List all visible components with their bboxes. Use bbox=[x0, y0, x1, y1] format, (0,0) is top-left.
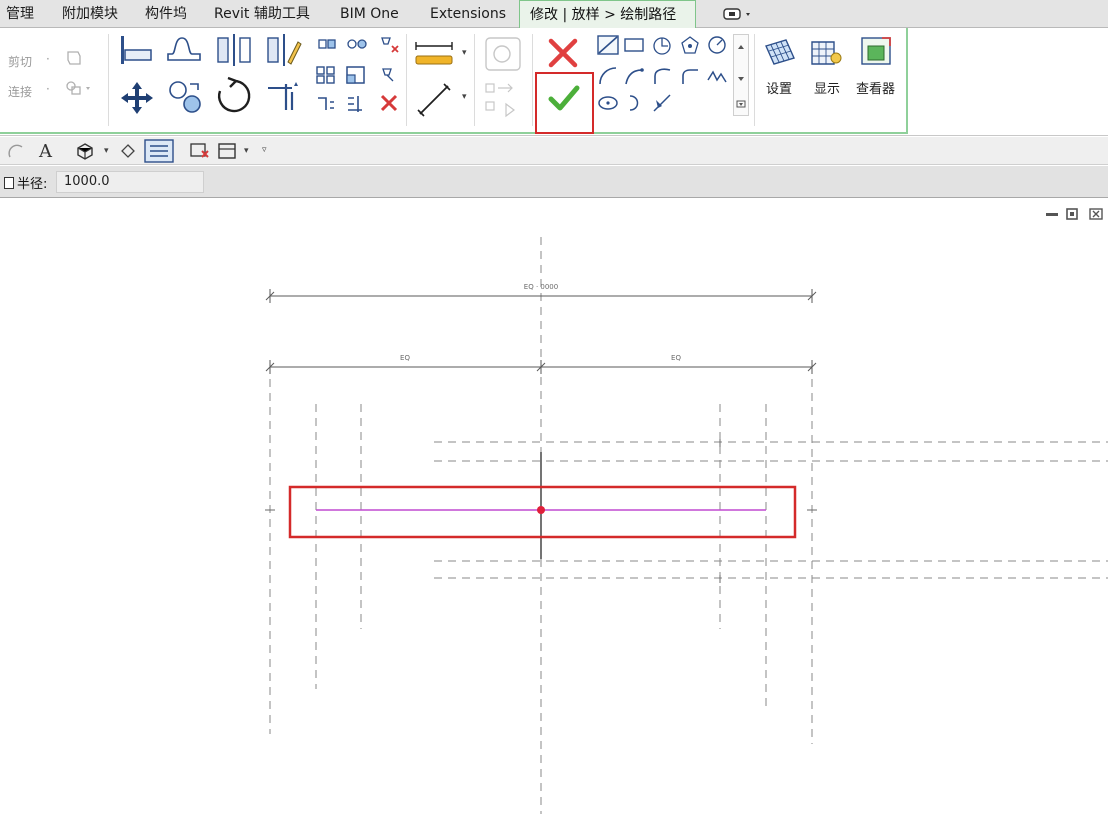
panel-separator bbox=[406, 34, 407, 126]
panel-toggle-button[interactable] bbox=[720, 4, 756, 24]
tab-bim-one[interactable]: BIM One bbox=[340, 0, 399, 28]
tab-revit-tools[interactable]: Revit 辅助工具 bbox=[214, 0, 310, 28]
draw-inscribed-polygon-icon[interactable] bbox=[650, 34, 674, 56]
split-with-gap-icon[interactable] bbox=[346, 34, 368, 54]
mirror-draw-axis-icon[interactable] bbox=[264, 32, 304, 68]
tab-extensions[interactable]: Extensions bbox=[430, 0, 506, 28]
pin-icon[interactable] bbox=[378, 64, 400, 86]
switch-windows-dropdown-arrow[interactable]: ▾ bbox=[244, 146, 249, 156]
draw-circle-icon[interactable] bbox=[705, 34, 729, 56]
secondary-toolbar: A ▾ ▾ ▿ bbox=[0, 137, 1108, 165]
aligned-dimension-icon[interactable] bbox=[412, 38, 456, 72]
tab-modify-sweep-path[interactable]: 修改 | 放样 > 绘制路径 bbox=[519, 0, 696, 29]
draw-center-ends-arc-icon[interactable] bbox=[622, 64, 646, 88]
section-icon[interactable] bbox=[118, 141, 138, 161]
rotate-icon[interactable] bbox=[214, 76, 254, 116]
cancel-edit-mode-icon[interactable] bbox=[546, 36, 580, 70]
svg-text:A: A bbox=[38, 141, 53, 161]
panel-separator bbox=[108, 34, 109, 126]
unpin-icon[interactable] bbox=[378, 34, 400, 54]
switch-windows-icon[interactable] bbox=[216, 141, 240, 161]
close-hidden-windows-icon[interactable] bbox=[188, 141, 212, 161]
draw-gallery-scroller[interactable] bbox=[733, 34, 749, 116]
eq-dimension-left-text: EQ bbox=[400, 354, 410, 362]
measure-icon[interactable] bbox=[414, 80, 454, 120]
draw-fillet-arc-icon[interactable] bbox=[678, 64, 702, 88]
sketch-view: EQ · 0000 EQ EQ bbox=[265, 237, 1108, 814]
create-group-icon[interactable] bbox=[482, 34, 524, 74]
ribbon-tab-bar: 管理 附加模块 构件坞 Revit 辅助工具 BIM One Extension… bbox=[0, 0, 1108, 29]
customize-toolbar-arrow[interactable]: ▿ bbox=[262, 145, 267, 155]
overall-dimension-text: EQ · 0000 bbox=[524, 283, 558, 291]
create-similar-icon[interactable] bbox=[482, 80, 524, 120]
eq-dimension-right-text: EQ bbox=[671, 354, 681, 362]
cut-geometry-label[interactable]: 剪切 bbox=[8, 53, 32, 70]
work-plane-viewer-label[interactable]: 查看器 bbox=[856, 78, 895, 97]
draw-start-end-arc-icon[interactable] bbox=[596, 64, 620, 88]
draw-spline-icon[interactable] bbox=[705, 64, 729, 88]
ribbon: 剪切 · 连接 · ▾ ▾ 设置 显示 查看器 bbox=[0, 28, 1108, 136]
finish-edit-mode-icon[interactable] bbox=[547, 82, 581, 114]
tab-addins[interactable]: 附加模块 bbox=[62, 0, 118, 28]
move-icon[interactable] bbox=[117, 80, 157, 116]
draw-rectangle-icon[interactable] bbox=[622, 34, 646, 56]
draw-tangent-end-arc-icon[interactable] bbox=[650, 64, 674, 88]
thin-lines-icon[interactable] bbox=[144, 139, 174, 163]
measure-quick-icon[interactable] bbox=[6, 141, 26, 161]
cut-geometry-icon[interactable] bbox=[64, 48, 84, 68]
set-work-plane-label[interactable]: 设置 bbox=[766, 78, 792, 97]
3d-view-icon[interactable] bbox=[74, 141, 96, 161]
panel-separator bbox=[754, 34, 755, 126]
drawing-canvas[interactable]: EQ · 0000 EQ EQ bbox=[0, 199, 1108, 814]
delete-icon[interactable] bbox=[378, 92, 400, 114]
radius-checkbox[interactable] bbox=[4, 177, 14, 189]
panel-separator bbox=[474, 34, 475, 126]
path-midpoint-marker bbox=[537, 506, 545, 514]
copy-icon[interactable] bbox=[166, 78, 206, 116]
pick-lines-icon[interactable] bbox=[650, 92, 674, 114]
join-dropdown-arrow: · bbox=[46, 82, 50, 96]
trim-extend-single-icon[interactable] bbox=[314, 92, 338, 114]
draw-circumscribed-polygon-icon[interactable] bbox=[678, 34, 702, 56]
work-plane-viewer-icon[interactable] bbox=[858, 34, 896, 70]
eq-dimension bbox=[265, 360, 817, 374]
radius-label: 半径: bbox=[4, 173, 47, 192]
show-work-plane-label[interactable]: 显示 bbox=[814, 78, 840, 97]
trim-extend-corner-icon[interactable] bbox=[262, 78, 302, 114]
tab-component-dock[interactable]: 构件坞 bbox=[145, 0, 187, 28]
scale-icon[interactable] bbox=[344, 64, 368, 86]
align-icon[interactable] bbox=[117, 32, 155, 68]
show-work-plane-icon[interactable] bbox=[808, 36, 844, 70]
cut-dropdown-arrow: · bbox=[46, 52, 50, 66]
split-element-icon[interactable] bbox=[316, 34, 338, 54]
trim-extend-multiple-icon[interactable] bbox=[344, 92, 368, 114]
draw-partial-ellipse-icon[interactable] bbox=[622, 92, 646, 114]
array-icon[interactable] bbox=[314, 64, 338, 86]
panel-separator bbox=[532, 34, 533, 126]
tab-manage[interactable]: 管理 bbox=[6, 0, 34, 28]
set-work-plane-icon[interactable] bbox=[762, 36, 798, 70]
measure-dropdown-arrow[interactable]: ▾ bbox=[462, 92, 467, 102]
draw-line-icon[interactable] bbox=[596, 34, 620, 56]
join-geometry-label[interactable]: 连接 bbox=[8, 83, 32, 100]
offset-icon[interactable] bbox=[164, 32, 204, 68]
draw-ellipse-icon[interactable] bbox=[596, 92, 620, 114]
mirror-pick-axis-icon[interactable] bbox=[214, 32, 254, 68]
3d-view-dropdown-arrow[interactable]: ▾ bbox=[104, 146, 109, 156]
options-bar: 半径: 1000.0 bbox=[0, 166, 1108, 198]
radius-input[interactable]: 1000.0 bbox=[56, 171, 204, 193]
join-geometry-icon[interactable] bbox=[64, 78, 94, 98]
text-icon[interactable]: A bbox=[36, 139, 56, 161]
dimension-dropdown-arrow[interactable]: ▾ bbox=[462, 48, 467, 58]
